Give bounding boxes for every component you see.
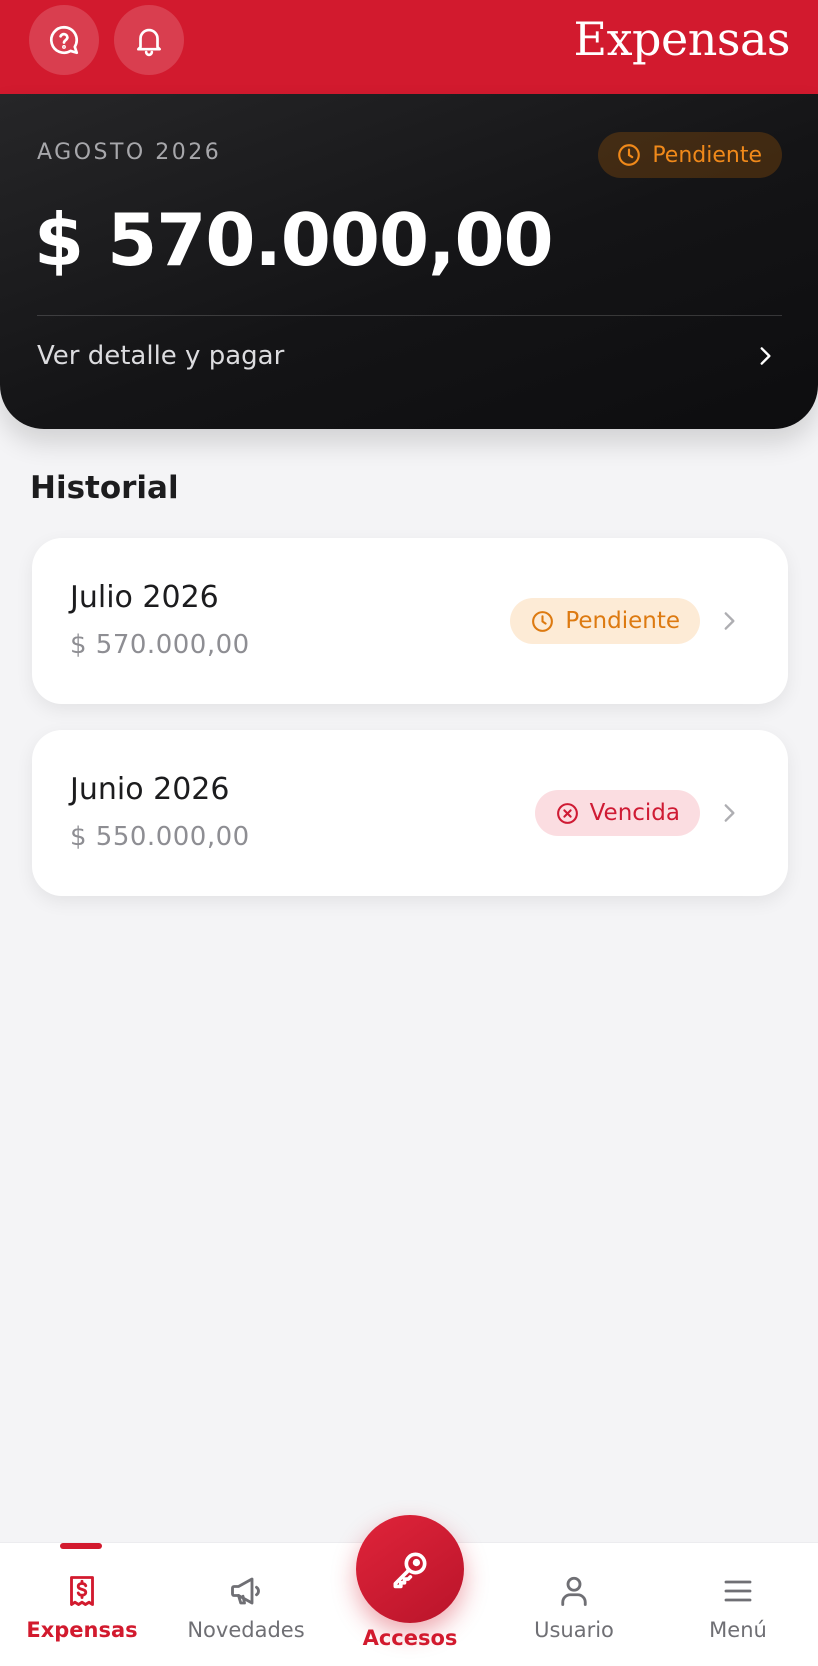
history-title: Historial	[30, 470, 179, 506]
notifications-button[interactable]	[114, 5, 184, 75]
history-item-title: Junio 2026	[70, 772, 230, 807]
help-button[interactable]	[29, 5, 99, 75]
menu-icon	[724, 1580, 752, 1602]
history-item-junio[interactable]: Junio 2026 $ 550.000,00 Vencida	[32, 730, 788, 896]
x-circle-icon	[556, 802, 578, 824]
bell-icon	[137, 28, 161, 57]
history-item-amount: $ 550.000,00	[70, 822, 250, 852]
status-badge: Vencida	[534, 790, 700, 836]
history-list: Julio 2026 $ 570.000,00 Pendiente Junio …	[32, 538, 788, 922]
nav-expensas[interactable]: Expensas	[0, 1543, 164, 1666]
current-period: AGOSTO 2026	[37, 140, 222, 165]
current-amount: $ 570.000,00	[34, 198, 554, 282]
key-icon	[393, 1552, 427, 1589]
view-detail-pay-link[interactable]: Ver detalle y pagar	[0, 316, 818, 396]
clock-icon	[532, 610, 554, 632]
user-icon	[561, 1576, 587, 1606]
receipt-dollar-icon	[70, 1576, 94, 1606]
nav-usuario[interactable]: Usuario	[492, 1543, 656, 1666]
clock-icon	[618, 144, 641, 166]
current-status-badge: Pendiente	[598, 132, 782, 178]
megaphone-icon	[231, 1577, 260, 1605]
status-label: Pendiente	[565, 608, 680, 634]
history-item-julio[interactable]: Julio 2026 $ 570.000,00 Pendiente	[32, 538, 788, 704]
current-expense-card: AGOSTO 2026 Pendiente $ 570.000,00 Ver d…	[0, 94, 818, 429]
chevron-right-icon	[724, 612, 735, 630]
accesos-button[interactable]	[356, 1515, 464, 1623]
brand-logo: Expensas	[573, 12, 791, 66]
chevron-right-icon	[760, 347, 771, 365]
nav-accesos-label: Accesos	[362, 1626, 458, 1650]
nav-label: Expensas	[26, 1618, 138, 1642]
help-circle-icon	[49, 25, 79, 55]
chevron-right-icon	[724, 804, 735, 822]
view-detail-pay-label: Ver detalle y pagar	[37, 341, 285, 371]
nav-label: Usuario	[534, 1618, 614, 1642]
current-status-label: Pendiente	[652, 142, 762, 168]
nav-novedades[interactable]: Novedades	[164, 1543, 328, 1666]
status-label: Vencida	[589, 800, 680, 826]
nav-menu[interactable]: Menú	[656, 1543, 818, 1666]
active-tab-indicator	[60, 1543, 102, 1549]
nav-label: Novedades	[187, 1618, 305, 1642]
nav-label: Menú	[709, 1618, 767, 1642]
status-badge: Pendiente	[510, 598, 700, 644]
history-item-title: Julio 2026	[70, 580, 219, 615]
history-item-amount: $ 570.000,00	[70, 630, 250, 660]
app-header: Expensas	[0, 0, 818, 94]
